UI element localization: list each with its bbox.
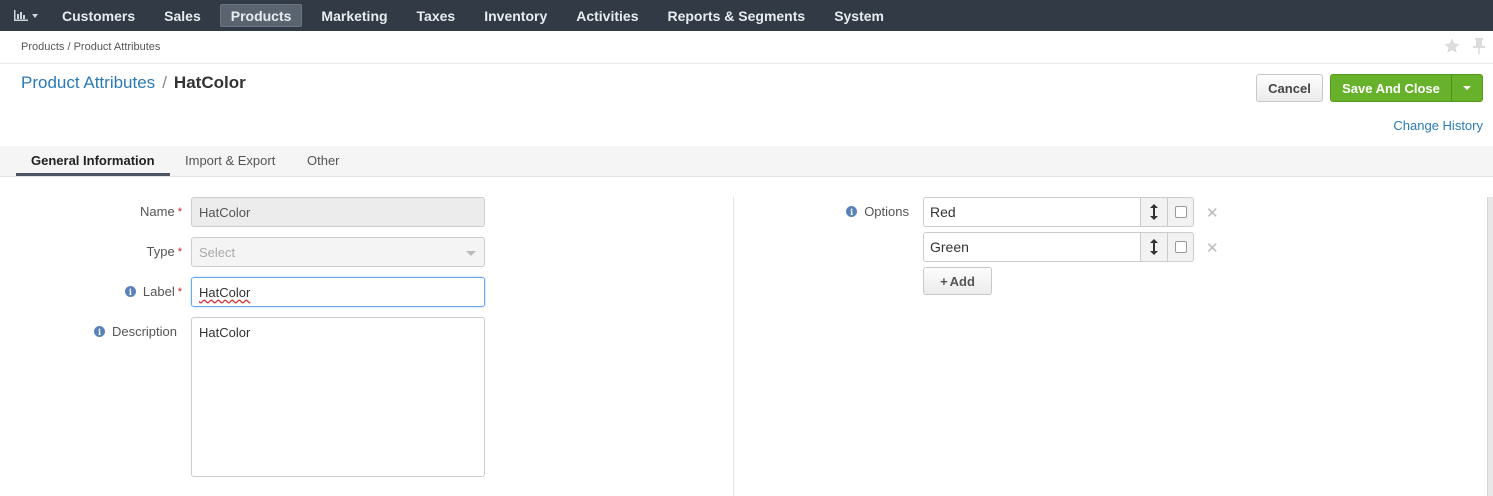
option-row: Green ✕ [923,232,1219,262]
sort-handle[interactable] [1141,197,1168,227]
name-field: HatColor [191,197,485,227]
info-icon[interactable]: i [124,286,136,297]
nav-item-reports-segments[interactable]: Reports & Segments [657,4,815,27]
save-and-close-label[interactable]: Save And Close [1331,75,1452,101]
option-input-red[interactable]: Red [923,197,1141,227]
name-label: Name * [140,204,182,219]
info-icon[interactable]: i [93,326,105,337]
title-separator: / [162,73,167,92]
chevron-down-icon [466,251,476,256]
change-history-link[interactable]: Change History [1393,118,1483,133]
dashboard-menu-button[interactable] [0,0,52,31]
type-label: Type * [146,244,182,259]
vertical-arrows-icon [1150,239,1158,255]
breadcrumb-bar: Products / Product Attributes [0,31,1493,64]
tab-import-export[interactable]: Import & Export [185,153,275,168]
chevron-down-icon [1463,86,1471,90]
nav-item-marketing[interactable]: Marketing [311,4,397,27]
remove-icon[interactable]: ✕ [1206,239,1219,257]
nav-item-products[interactable]: Products [219,4,303,27]
plus-icon: + [940,273,948,289]
title-parent-link[interactable]: Product Attributes [21,73,155,93]
sort-handle[interactable] [1141,232,1168,262]
scrollbar[interactable] [1487,197,1493,496]
tab-general-information[interactable]: General Information [31,153,155,168]
tab-other[interactable]: Other [307,153,340,168]
bar-chart-icon [14,10,28,21]
breadcrumb: Products / Product Attributes [21,41,161,53]
type-select: Select [191,237,485,267]
info-icon[interactable]: i [846,206,858,217]
save-options-dropdown[interactable] [1452,75,1482,101]
options-label: i Options [846,204,909,219]
label-input[interactable]: HatColor [191,277,485,307]
cancel-button[interactable]: Cancel [1256,74,1323,102]
save-and-close-button[interactable]: Save And Close [1330,74,1483,102]
pin-icon[interactable] [1471,37,1487,55]
remove-icon[interactable]: ✕ [1206,204,1219,222]
column-divider [733,197,734,496]
nav-item-inventory[interactable]: Inventory [474,4,557,27]
default-checkbox[interactable] [1168,232,1194,262]
nav-item-sales[interactable]: Sales [154,4,211,27]
description-label: i Description [93,324,177,339]
description-textarea[interactable]: HatColor [191,317,485,477]
title-current: HatColor [173,73,246,92]
nav-item-customers[interactable]: Customers [52,4,145,27]
default-checkbox[interactable] [1168,197,1194,227]
option-row: Red ✕ [923,197,1219,227]
add-option-button[interactable]: + Add [923,267,992,295]
nav-item-taxes[interactable]: Taxes [407,4,466,27]
nav-item-system[interactable]: System [824,4,894,27]
active-tab-indicator [16,173,170,176]
tab-bar: General Information Import & Export Othe… [0,146,1493,177]
chevron-down-icon [32,13,38,18]
nav-item-activities[interactable]: Activities [566,4,648,27]
page-title: Product Attributes / HatColor [21,73,246,93]
label-label: i Label * [124,284,182,299]
vertical-arrows-icon [1150,204,1158,220]
option-input-green[interactable]: Green [923,232,1141,262]
top-navigation: Customers Sales Products Marketing Taxes… [0,0,1493,31]
star-icon[interactable] [1443,37,1461,55]
